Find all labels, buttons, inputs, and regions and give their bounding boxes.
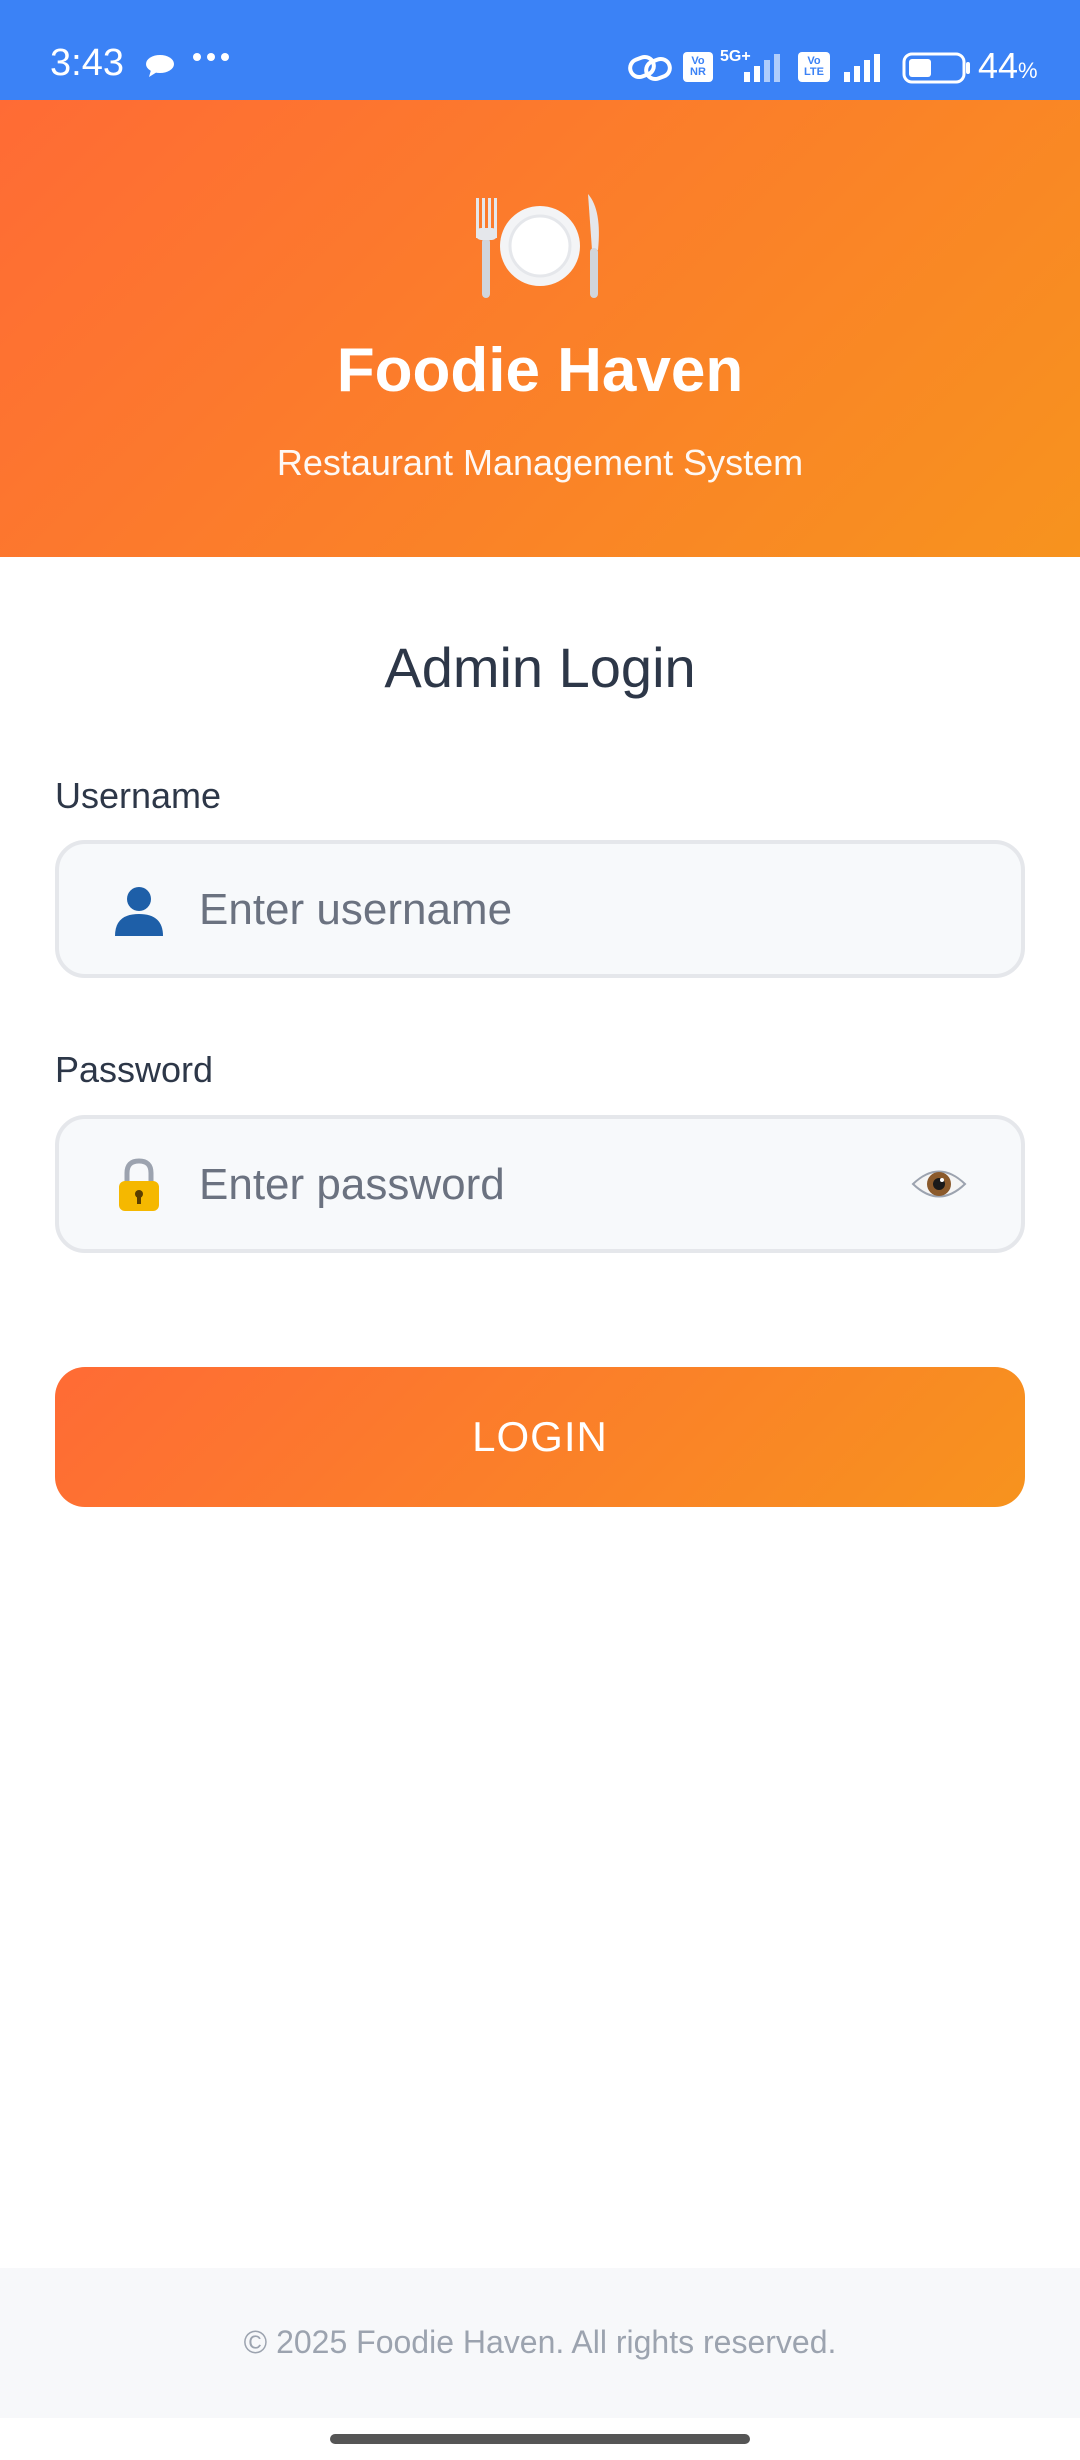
status-time: 3:43 [50, 42, 124, 84]
login-title: Admin Login [384, 636, 696, 699]
app-subtitle: Restaurant Management System [276, 442, 804, 483]
eye-icon[interactable] [909, 1159, 969, 1209]
signal-icon [744, 54, 780, 82]
login-button[interactable]: LOGIN [55, 1367, 1025, 1507]
password-input[interactable] [199, 1143, 919, 1227]
link-icon [628, 54, 672, 82]
volte-badge: Vo LTE [798, 52, 830, 82]
lock-icon [119, 1158, 159, 1211]
password-label: Password [55, 1049, 214, 1090]
battery-percent: 44% [978, 45, 1038, 86]
user-icon [115, 887, 163, 936]
password-field[interactable] [55, 1115, 1025, 1253]
username-field[interactable] [55, 840, 1025, 978]
app-header: Foodie Haven Restaurant Management Syste… [0, 100, 1080, 557]
plate-cutlery-icon [476, 194, 599, 298]
chat-bubble-icon [146, 55, 174, 77]
app-title: Foodie Haven [336, 336, 744, 405]
copyright-text: © 2025 Foodie Haven. All rights reserved… [243, 2324, 837, 2360]
username-label: Username [55, 775, 222, 816]
status-bar: 3:43 Vo NR 5G+ Vo LTE 44% [0, 0, 1080, 100]
footer: © 2025 Foodie Haven. All rights reserved… [0, 2268, 1080, 2418]
signal-icon [844, 54, 880, 82]
more-dots-icon [193, 53, 229, 61]
username-input[interactable] [199, 868, 919, 952]
home-indicator[interactable] [330, 2434, 750, 2444]
vonr-badge: Vo NR [683, 52, 713, 82]
battery-icon [902, 52, 970, 84]
